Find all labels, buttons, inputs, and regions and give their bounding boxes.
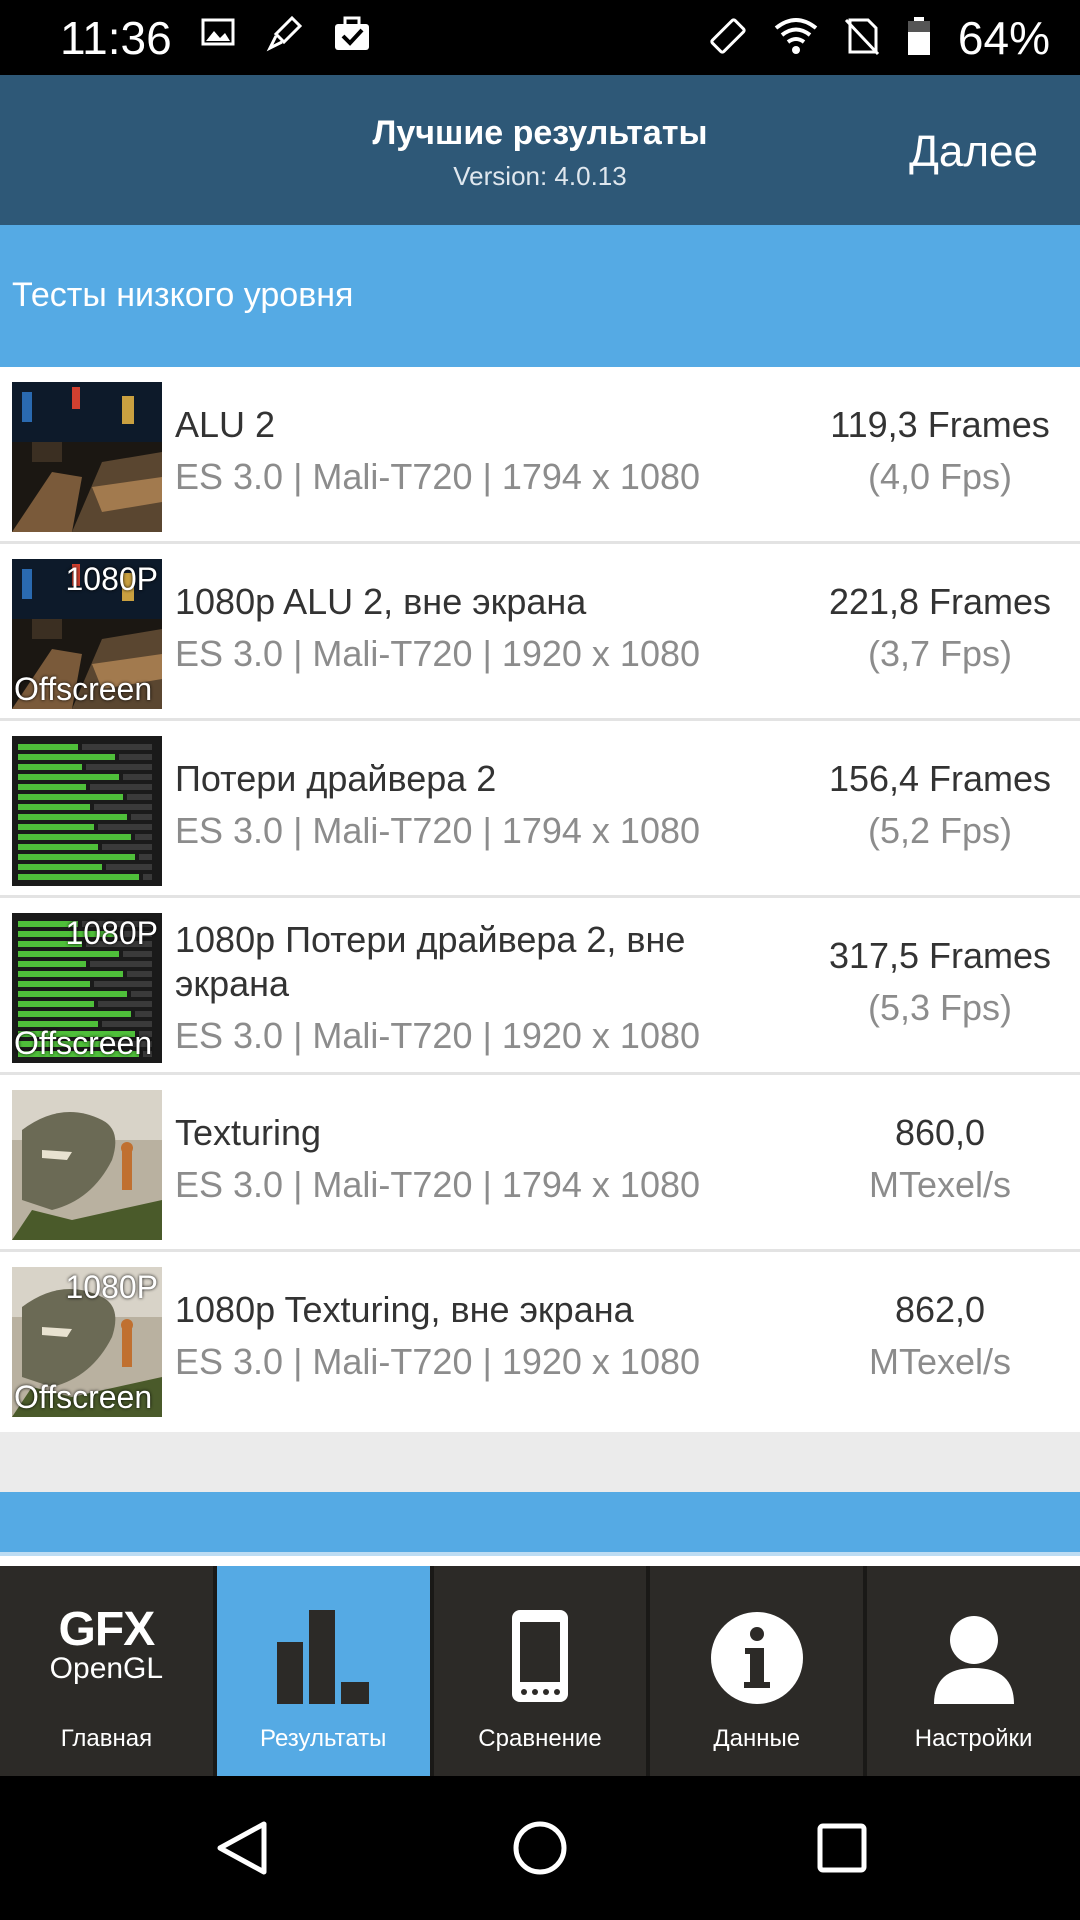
offscreen-badge: Offscreen xyxy=(14,671,153,707)
result-row[interactable]: Потери драйвера 2 ES 3.0 | Mali-T720 | 17… xyxy=(0,721,1080,898)
tab-info[interactable]: Данные xyxy=(650,1566,868,1776)
rotate-icon xyxy=(708,16,748,61)
test-name: 1080p Потери драйвера 2, вне экрана xyxy=(175,919,686,1004)
notification-icons xyxy=(200,14,372,59)
app-header: Лучшие результаты Version: 4.0.13 Далее xyxy=(0,75,1080,225)
test-details: ES 3.0 | Mali-T720 | 1794 x 1080 xyxy=(175,810,701,851)
wifi-icon xyxy=(774,16,818,61)
test-score: 860,0 MTexel/s xyxy=(800,1075,1080,1249)
home-icon[interactable] xyxy=(510,1818,570,1883)
test-score: 317,5 Frames (5,3 Fps) xyxy=(800,898,1080,1072)
back-icon[interactable] xyxy=(212,1818,272,1883)
briefcase-check-icon xyxy=(332,14,372,59)
result-row[interactable]: 1080P Offscreen 1080p ALU 2, вне экрана ES … xyxy=(0,544,1080,721)
next-button[interactable]: Далее xyxy=(909,127,1038,177)
battery-icon xyxy=(906,16,932,61)
recents-icon[interactable] xyxy=(812,1818,872,1883)
brush-icon xyxy=(264,14,304,59)
system-nav-bar xyxy=(0,1776,1080,1920)
system-icons: 64% xyxy=(708,10,1050,66)
test-info: 1080p Потери драйвера 2, вне экрана ES 3.… xyxy=(175,898,735,1072)
score-value: 862,0 xyxy=(894,1289,986,1330)
user-icon xyxy=(926,1610,1022,1711)
test-details: ES 3.0 | Mali-T720 | 1920 x 1080 xyxy=(175,1015,701,1056)
test-thumbnail xyxy=(12,382,162,532)
test-score: 221,8 Frames (3,7 Fps) xyxy=(800,544,1080,718)
score-value: 317,5 Frames xyxy=(828,935,1052,976)
bar-chart-icon xyxy=(273,1610,373,1711)
test-name: 1080p ALU 2, вне экрана xyxy=(175,581,587,622)
test-thumbnail xyxy=(12,736,162,886)
test-thumbnail xyxy=(12,1090,162,1240)
test-details: ES 3.0 | Mali-T720 | 1920 x 1080 xyxy=(175,633,701,674)
test-name: 1080p Texturing, вне экрана xyxy=(175,1289,634,1330)
test-thumbnail: 1080P Offscreen xyxy=(12,1267,162,1417)
tab-label: Главная xyxy=(60,1725,153,1752)
resolution-badge: 1080P xyxy=(65,561,158,597)
test-name: Потери драйвера 2 xyxy=(175,758,497,799)
score-sub: (4,0 Fps) xyxy=(867,456,1013,497)
tab-results[interactable]: Результаты xyxy=(216,1566,434,1776)
test-name: Texturing xyxy=(175,1112,322,1153)
score-value: 119,3 Frames xyxy=(830,404,1050,445)
status-bar: 11:36 64% xyxy=(0,0,1080,75)
battery-percent: 64% xyxy=(957,12,1050,64)
test-info: ALU 2 ES 3.0 | Mali-T720 | 1794 x 1080 xyxy=(175,367,735,541)
result-row[interactable]: ALU 2 ES 3.0 | Mali-T720 | 1794 x 1080 119… xyxy=(0,367,1080,544)
resolution-badge: 1080P xyxy=(65,915,158,951)
section-title: Тесты низкого уровня xyxy=(12,276,354,314)
tab-compare[interactable]: Сравнение xyxy=(434,1566,651,1776)
score-sub: (5,2 Fps) xyxy=(867,810,1013,851)
test-details: ES 3.0 | Mali-T720 | 1794 x 1080 xyxy=(175,456,701,497)
results-list: ALU 2 ES 3.0 | Mali-T720 | 1794 x 1080 119… xyxy=(0,367,1080,1429)
test-info: Texturing ES 3.0 | Mali-T720 | 1794 x 108… xyxy=(175,1075,735,1249)
no-sim-icon xyxy=(844,16,880,61)
tab-label: Результаты xyxy=(259,1725,387,1752)
result-row[interactable]: 1080P Offscreen 1080p Texturing, вне экран… xyxy=(0,1252,1080,1429)
test-info: Потери драйвера 2 ES 3.0 | Mali-T720 | 17… xyxy=(175,721,735,895)
phone-icon xyxy=(508,1608,572,1709)
test-score: 862,0 MTexel/s xyxy=(800,1252,1080,1429)
section-footer-bar xyxy=(0,1492,1080,1552)
score-sub: MTexel/s xyxy=(868,1164,1012,1205)
list-footer-gap xyxy=(0,1432,1080,1492)
gfx-opengl-logo: GFX OpenGL xyxy=(49,1603,164,1685)
test-details: ES 3.0 | Mali-T720 | 1794 x 1080 xyxy=(175,1164,701,1205)
tab-settings[interactable]: Настройки xyxy=(867,1566,1080,1776)
offscreen-badge: Offscreen xyxy=(14,1025,153,1061)
offscreen-badge: Offscreen xyxy=(14,1379,153,1415)
bottom-tab-bar: GFX OpenGL Главная Результаты Сравнение … xyxy=(0,1566,1080,1776)
resolution-badge: 1080P xyxy=(65,1269,158,1305)
section-header: Тесты низкого уровня xyxy=(0,225,1080,367)
result-row[interactable]: 1080P Offscreen 1080p Потери драйвера 2, в… xyxy=(0,898,1080,1075)
tab-label: Данные xyxy=(713,1725,801,1752)
test-score: 156,4 Frames (5,2 Fps) xyxy=(800,721,1080,895)
score-sub: (5,3 Fps) xyxy=(867,987,1013,1028)
image-icon xyxy=(200,14,236,59)
divider xyxy=(0,1552,1080,1556)
tab-label: Сравнение xyxy=(478,1725,602,1752)
test-details: ES 3.0 | Mali-T720 | 1920 x 1080 xyxy=(175,1341,701,1382)
test-score: 119,3 Frames (4,0 Fps) xyxy=(800,367,1080,541)
score-value: 860,0 xyxy=(894,1112,986,1153)
test-name: ALU 2 xyxy=(175,404,276,445)
score-sub: (3,7 Fps) xyxy=(867,633,1013,674)
tab-label: Настройки xyxy=(914,1725,1033,1752)
result-row[interactable]: Texturing ES 3.0 | Mali-T720 | 1794 x 108… xyxy=(0,1075,1080,1252)
score-value: 156,4 Frames xyxy=(828,758,1052,799)
info-icon xyxy=(709,1610,805,1711)
test-thumbnail: 1080P Offscreen xyxy=(12,913,162,1063)
tab-home[interactable]: GFX OpenGL Главная xyxy=(0,1566,217,1776)
test-info: 1080p ALU 2, вне экрана ES 3.0 | Mali-T72… xyxy=(175,544,735,718)
score-value: 221,8 Frames xyxy=(828,581,1052,622)
test-thumbnail: 1080P Offscreen xyxy=(12,559,162,709)
status-time: 11:36 xyxy=(60,12,172,64)
test-info: 1080p Texturing, вне экрана ES 3.0 | Mali… xyxy=(175,1252,735,1429)
score-sub: MTexel/s xyxy=(868,1341,1012,1382)
